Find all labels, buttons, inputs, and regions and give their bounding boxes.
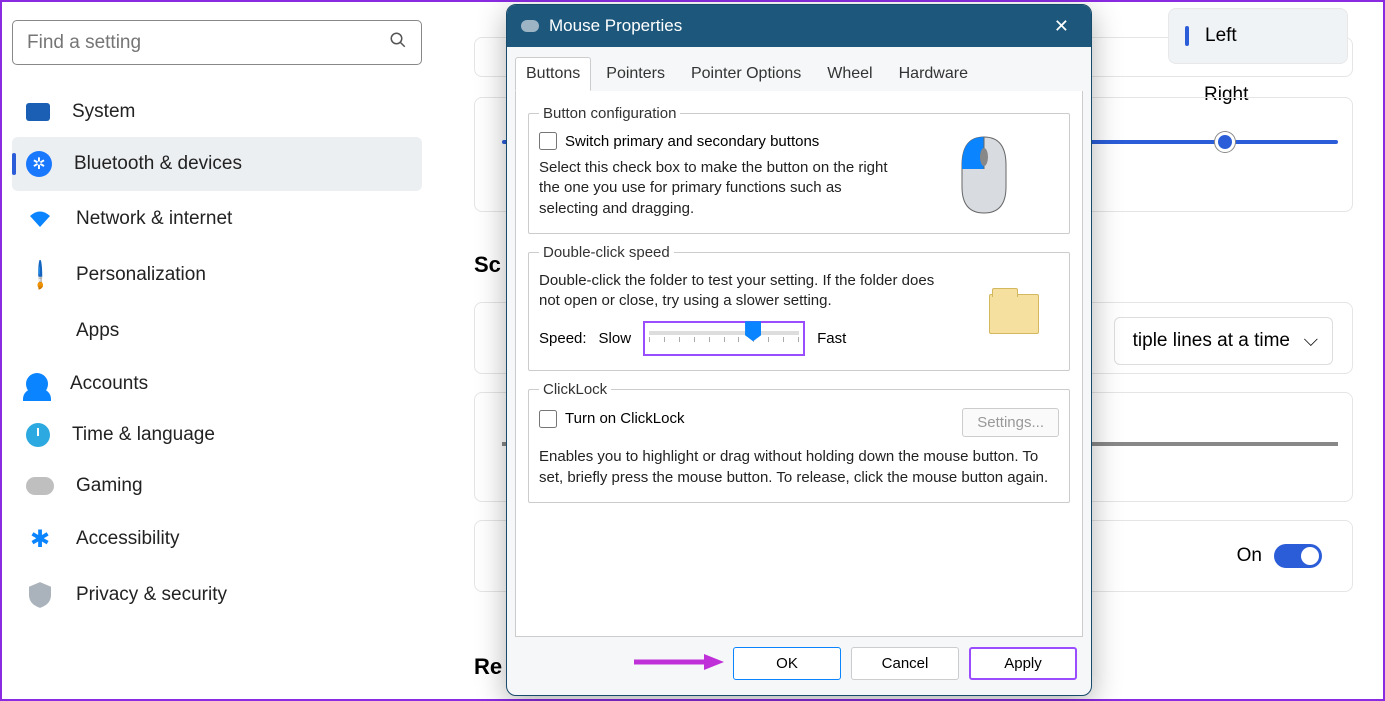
search-icon xyxy=(389,31,407,54)
dialog-tabs: Buttons Pointers Pointer Options Wheel H… xyxy=(507,47,1091,91)
double-click-desc: Double-click the folder to test your set… xyxy=(539,271,957,312)
apply-button[interactable]: Apply xyxy=(969,647,1077,680)
speed-label: Speed: xyxy=(539,330,587,347)
nav-system[interactable]: System xyxy=(12,87,422,137)
pointer-speed-slider-thumb[interactable] xyxy=(1215,132,1235,152)
clicklock-label: Turn on ClickLock xyxy=(565,410,685,427)
mouse-properties-dialog: Mouse Properties ✕ Buttons Pointers Poin… xyxy=(506,4,1092,696)
dialog-title: Mouse Properties xyxy=(549,16,682,36)
person-icon xyxy=(26,373,48,395)
toggle-label: On xyxy=(1237,545,1262,567)
nav-label: Bluetooth & devices xyxy=(74,153,242,175)
speed-slider-highlight xyxy=(643,321,805,356)
nav-label: Accounts xyxy=(70,373,148,395)
nav-time-language[interactable]: Time & language xyxy=(12,409,422,461)
double-click-group: Double-click speed Double-click the fold… xyxy=(528,244,1070,372)
nav-apps[interactable]: Apps xyxy=(12,303,422,359)
speed-slider-ticks xyxy=(649,337,799,342)
mouse-illustration xyxy=(909,132,1059,219)
nav-label: Privacy & security xyxy=(76,584,227,606)
clicklock-legend: ClickLock xyxy=(539,381,611,398)
shield-icon xyxy=(26,581,54,609)
button-config-legend: Button configuration xyxy=(539,105,680,122)
nav-label: Time & language xyxy=(72,424,215,446)
scroll-mode-dropdown[interactable]: tiple lines at a time xyxy=(1114,317,1333,365)
search-box[interactable] xyxy=(12,20,422,65)
nav-gaming[interactable]: Gaming xyxy=(12,461,422,511)
switch-buttons-input[interactable] xyxy=(539,132,557,150)
tab-pointers[interactable]: Pointers xyxy=(595,57,676,91)
apps-icon xyxy=(26,317,54,345)
nav-accounts[interactable]: Accounts xyxy=(12,359,422,409)
nav-privacy[interactable]: Privacy & security xyxy=(12,567,422,623)
cancel-button[interactable]: Cancel xyxy=(851,647,959,680)
option-left-label: Left xyxy=(1205,25,1237,47)
mouse-icon xyxy=(521,20,539,32)
tab-hardware[interactable]: Hardware xyxy=(888,57,979,91)
accessibility-icon: ✱ xyxy=(26,525,54,553)
tab-wheel[interactable]: Wheel xyxy=(816,57,883,91)
clicklock-input[interactable] xyxy=(539,410,557,428)
dialog-titlebar[interactable]: Mouse Properties ✕ xyxy=(507,5,1091,47)
clicklock-settings-button: Settings... xyxy=(962,408,1059,437)
search-input[interactable] xyxy=(27,32,389,54)
nav-label: Apps xyxy=(76,320,119,342)
fast-label: Fast xyxy=(817,330,846,347)
nav-label: System xyxy=(72,101,135,123)
close-button[interactable]: ✕ xyxy=(1046,12,1077,41)
tab-content: Button configuration Switch primary and … xyxy=(515,91,1083,637)
nav-label: Gaming xyxy=(76,475,143,497)
folder-icon xyxy=(989,294,1039,334)
clicklock-checkbox[interactable]: Turn on ClickLock xyxy=(539,410,685,428)
nav-bluetooth-devices[interactable]: ✲ Bluetooth & devices xyxy=(12,137,422,191)
nav-accessibility[interactable]: ✱ Accessibility xyxy=(12,511,422,567)
nav-label: Network & internet xyxy=(76,208,232,230)
button-config-desc: Select this check box to make the button… xyxy=(539,158,897,219)
hover-scroll-toggle[interactable] xyxy=(1274,544,1322,568)
slow-label: Slow xyxy=(599,330,632,347)
wifi-icon xyxy=(26,205,54,233)
primary-button-left[interactable]: Left xyxy=(1168,8,1348,64)
dropdown-value: tiple lines at a time xyxy=(1133,330,1290,351)
section-scrolling-header: Sc xyxy=(474,252,501,278)
nav-label: Personalization xyxy=(76,264,206,286)
settings-sidebar: System ✲ Bluetooth & devices Network & in… xyxy=(2,2,432,699)
switch-buttons-label: Switch primary and secondary buttons xyxy=(565,133,819,150)
nav-label: Accessibility xyxy=(76,528,179,550)
nav-list: System ✲ Bluetooth & devices Network & in… xyxy=(12,87,422,623)
tab-buttons[interactable]: Buttons xyxy=(515,57,591,91)
tab-pointer-options[interactable]: Pointer Options xyxy=(680,57,812,91)
gamepad-icon xyxy=(26,477,54,495)
test-folder[interactable] xyxy=(969,271,1059,357)
clock-icon xyxy=(26,423,50,447)
double-click-legend: Double-click speed xyxy=(539,244,674,261)
system-icon xyxy=(26,103,50,121)
switch-buttons-checkbox[interactable]: Switch primary and secondary buttons xyxy=(539,132,897,150)
bluetooth-icon: ✲ xyxy=(26,151,52,177)
nav-personalization[interactable]: 🖌️ Personalization xyxy=(12,247,422,303)
speed-slider[interactable] xyxy=(649,331,799,335)
clicklock-desc: Enables you to highlight or drag without… xyxy=(539,447,1059,488)
dialog-button-row: OK Cancel Apply xyxy=(507,637,1091,690)
button-config-group: Button configuration Switch primary and … xyxy=(528,105,1070,234)
ok-button[interactable]: OK xyxy=(733,647,841,680)
nav-network[interactable]: Network & internet xyxy=(12,191,422,247)
clicklock-group: ClickLock Turn on ClickLock Settings... … xyxy=(528,381,1070,503)
section-related-header: Re xyxy=(474,654,502,680)
brush-icon: 🖌️ xyxy=(20,255,60,295)
